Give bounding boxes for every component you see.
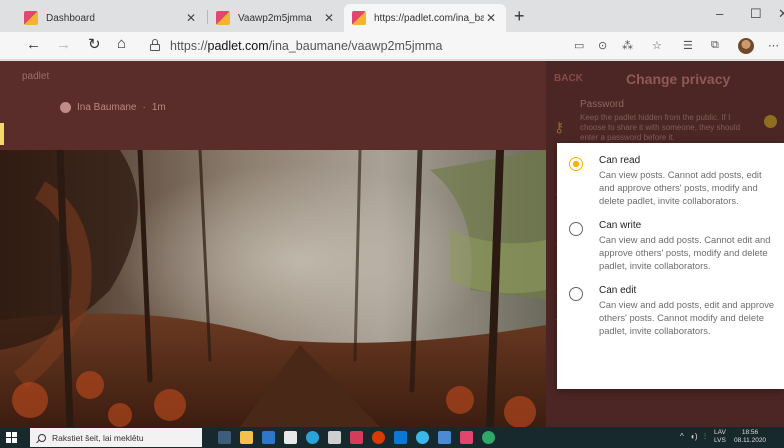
office-icon[interactable] <box>372 431 385 444</box>
url-prefix: https:// <box>170 39 208 53</box>
tab-close-icon[interactable]: ✕ <box>322 11 336 25</box>
browser-toolbar: ← → ↻ ⌂ https://padlet.com/ina_baumane/v… <box>0 32 784 60</box>
extension-icon[interactable]: ⊙ <box>598 39 607 52</box>
padlet-logo[interactable]: padlet <box>22 71 49 82</box>
windows-taskbar: Rakstiet šeit, lai meklētu ^ ◖) ⫶ LAV LV… <box>0 427 784 448</box>
separator-dot: · <box>142 102 146 113</box>
wallpaper-forest-image <box>0 150 546 427</box>
option-title: Can write <box>599 220 642 231</box>
option-description: Can view posts. Cannot add posts, edit a… <box>599 169 762 206</box>
outlook-icon[interactable] <box>394 431 407 444</box>
taskbar-clock[interactable]: 18:56 08.11.2020 <box>734 429 766 445</box>
search-icon <box>38 433 46 442</box>
padlet-favicon-icon <box>352 11 366 25</box>
author-line: Ina Baumane · 1m <box>60 102 166 113</box>
tab-title: Vaawp2m5jmma <box>238 12 312 24</box>
favorites-list-icon[interactable]: ☰ <box>683 39 693 52</box>
tab-close-icon[interactable]: ✕ <box>484 11 498 25</box>
option-title: Can edit <box>599 285 637 296</box>
padlet-favicon-icon <box>24 11 38 25</box>
edge-browser-icon[interactable] <box>306 431 319 444</box>
notepad-icon[interactable] <box>284 431 297 444</box>
tab-vaawp2m5jmma[interactable]: Vaawp2m5jmma ✕ <box>208 4 344 32</box>
author-name: Ina Baumane <box>77 102 137 113</box>
lock-icon <box>150 39 160 51</box>
network-icon[interactable]: ⫶ <box>704 432 706 442</box>
password-toggle[interactable] <box>764 115 777 128</box>
collections-icon[interactable]: ⧉ <box>711 39 719 52</box>
browser-tab-strip: Dashboard ✕ Vaawp2m5jmma ✕ https://padle… <box>0 0 784 32</box>
skype-icon[interactable] <box>416 431 429 444</box>
maximize-button[interactable]: ☐ <box>750 6 762 22</box>
minimize-button[interactable]: – <box>716 6 723 21</box>
privacy-permission-menu: Can read Can view posts. Cannot add post… <box>557 143 784 389</box>
option-description: Can view and add posts, edit and approve… <box>599 299 775 336</box>
more-menu-icon[interactable]: ⋯ <box>768 39 779 52</box>
padlet-favicon-icon <box>216 11 230 25</box>
address-bar[interactable]: https://padlet.com/ina_baumane/vaawp2m5j… <box>170 39 442 53</box>
lang-code: LAV <box>714 429 726 436</box>
option-title: Can read <box>599 155 641 166</box>
tab-title: Dashboard <box>46 12 95 24</box>
lock-app-icon[interactable] <box>328 431 341 444</box>
chrome-icon[interactable] <box>482 431 495 444</box>
option-can-write[interactable]: Can write Can view and add posts. Cannot… <box>569 220 779 276</box>
tab-title: https://padlet.com/ina_bauman <box>374 12 484 24</box>
forward-arrow-icon[interactable]: → <box>56 37 71 53</box>
refresh-icon[interactable]: ↻ <box>88 37 101 53</box>
home-icon[interactable]: ⌂ <box>117 36 126 52</box>
url-host: padlet.com <box>207 39 269 53</box>
radio-unselected-icon[interactable] <box>569 222 583 236</box>
password-description: Keep the padlet hidden from the public. … <box>580 113 741 142</box>
side-indicator <box>0 123 4 145</box>
volume-icon[interactable]: ◖) <box>690 432 698 441</box>
key-icon: ⚷ <box>554 119 565 135</box>
radio-unselected-icon[interactable] <box>569 287 583 301</box>
password-label: Password <box>580 99 624 110</box>
new-tab-button[interactable]: + <box>514 7 525 25</box>
tab-close-icon[interactable]: ✕ <box>184 11 198 25</box>
author-avatar <box>60 102 71 113</box>
taskbar-search-box[interactable]: Rakstiet šeit, lai meklētu <box>30 428 202 447</box>
file-explorer-icon[interactable] <box>240 431 253 444</box>
tray-chevron-icon[interactable]: ^ <box>680 432 684 441</box>
teams-icon[interactable] <box>438 431 451 444</box>
app-red-icon[interactable] <box>350 431 363 444</box>
favorite-star-icon[interactable]: ☆ <box>652 39 662 52</box>
post-time: 1m <box>151 102 166 113</box>
close-window-button[interactable]: ✕ <box>778 6 784 22</box>
tab-dashboard[interactable]: Dashboard ✕ <box>16 4 206 32</box>
clock-date: 08.11.2020 <box>734 437 767 444</box>
tab-padlet-active[interactable]: https://padlet.com/ina_bauman ✕ <box>344 4 506 32</box>
padlet-app-icon[interactable] <box>460 431 473 444</box>
language-indicator[interactable]: LAV LVS <box>714 429 726 445</box>
option-can-read[interactable]: Can read Can view posts. Cannot add post… <box>569 155 779 211</box>
back-button[interactable]: BACK <box>554 73 583 84</box>
back-arrow-icon[interactable]: ← <box>26 37 41 53</box>
reading-view-icon[interactable]: ▭ <box>574 39 584 52</box>
search-placeholder: Rakstiet šeit, lai meklētu <box>52 432 144 443</box>
option-can-edit[interactable]: Can edit Can view and add posts, edit an… <box>569 285 779 341</box>
store-icon[interactable] <box>262 431 275 444</box>
task-view-icon[interactable] <box>218 431 231 444</box>
url-path: /ina_baumane/vaawp2m5jmma <box>268 39 443 53</box>
translate-icon[interactable]: ⁂ <box>622 39 633 52</box>
clock-time: 18:56 <box>741 429 759 436</box>
profile-avatar[interactable] <box>738 38 754 54</box>
radio-selected-icon[interactable] <box>569 157 583 171</box>
windows-start-icon[interactable] <box>6 432 17 443</box>
privacy-panel-title: Change privacy <box>626 71 731 87</box>
padlet-page: padlet Ina Baumane · 1m BACK Change priv… <box>0 61 784 427</box>
option-description: Can view and add posts. Cannot edit and … <box>599 234 771 271</box>
lang-layout: LVS <box>714 437 726 444</box>
